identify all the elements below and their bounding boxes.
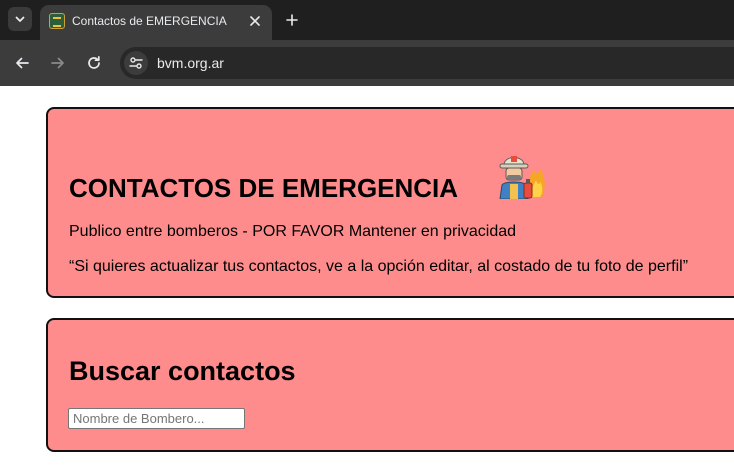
browser-toolbar: bvm.org.ar [0, 40, 734, 86]
page-content: CONTACTOS DE EMERGENCIA Publico entre bo… [0, 86, 734, 471]
tune-icon [129, 57, 143, 69]
chevron-down-icon [15, 16, 25, 22]
search-heading: Buscar contactos [69, 356, 296, 386]
reload-button[interactable] [82, 51, 106, 75]
emergency-contacts-card: CONTACTOS DE EMERGENCIA Publico entre bo… [46, 107, 734, 298]
firefighter-name-search-input[interactable] [68, 408, 245, 429]
search-contacts-card: Buscar contactos [46, 318, 734, 452]
arrow-right-icon [51, 57, 64, 69]
arrow-left-icon [16, 57, 29, 69]
firefighter-icon [499, 156, 545, 199]
back-button[interactable] [10, 51, 34, 75]
url-text: bvm.org.ar [157, 55, 224, 71]
reload-icon [88, 55, 100, 69]
address-bar[interactable]: bvm.org.ar [120, 47, 734, 79]
forward-button[interactable] [46, 51, 70, 75]
browser-tab-bar: Contactos de EMERGENCIA [0, 0, 734, 40]
site-favicon-icon [49, 13, 65, 29]
site-info-button[interactable] [124, 51, 148, 75]
tab-close-button[interactable] [245, 11, 265, 31]
privacy-notice: Publico entre bomberos - POR FAVOR Mante… [69, 223, 517, 240]
tab-title: Contactos de EMERGENCIA [72, 14, 227, 28]
browser-tab-active[interactable]: Contactos de EMERGENCIA [40, 5, 272, 40]
new-tab-button[interactable] [281, 9, 303, 31]
close-icon [250, 16, 260, 26]
page-title: CONTACTOS DE EMERGENCIA [69, 173, 459, 203]
tab-search-button[interactable] [8, 7, 32, 31]
plus-icon [286, 14, 298, 26]
update-instructions-quote: “Si quieres actualizar tus contactos, ve… [69, 258, 689, 275]
